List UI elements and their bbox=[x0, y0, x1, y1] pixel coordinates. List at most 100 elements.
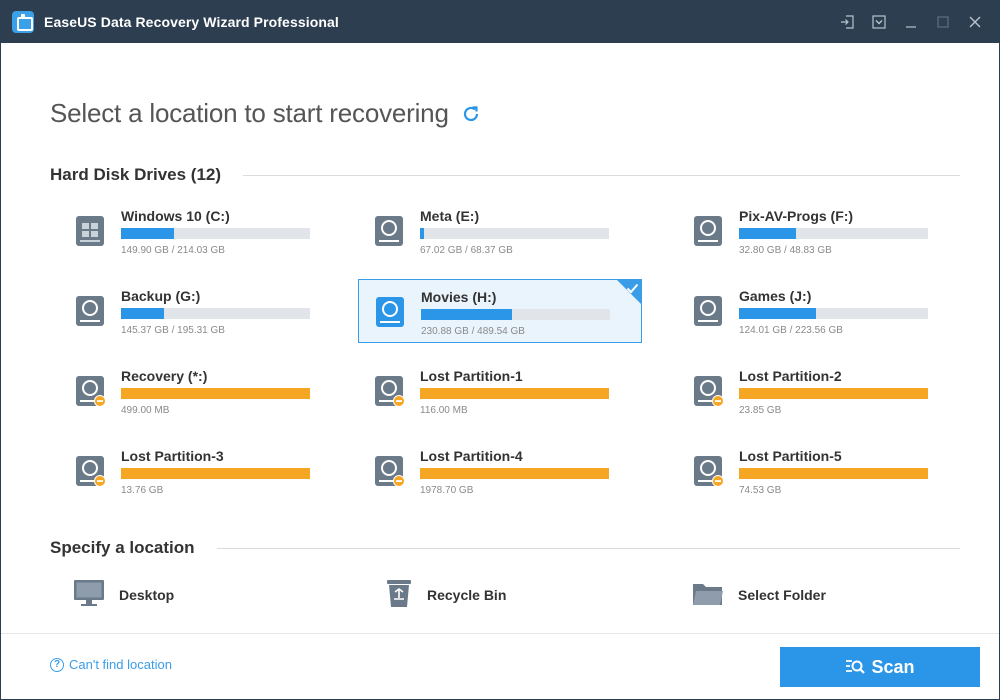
menu-dropdown-icon[interactable] bbox=[867, 10, 891, 34]
drive-size: 67.02 GB / 68.37 GB bbox=[420, 245, 513, 256]
drive-item[interactable]: Movies (H:) 230.88 GB / 489.54 GB bbox=[358, 279, 642, 343]
lost-partition-icon bbox=[693, 375, 725, 412]
help-link-text: Can't find location bbox=[69, 657, 172, 672]
location-select-folder[interactable]: Select Folder bbox=[692, 579, 826, 611]
drive-size: 499.00 MB bbox=[121, 405, 170, 416]
location-desktop[interactable]: Desktop bbox=[73, 579, 174, 611]
drive-usage-fill bbox=[739, 308, 817, 319]
lost-partition-icon bbox=[693, 455, 725, 492]
drive-usage-bar bbox=[121, 308, 310, 319]
drive-size: 74.53 GB bbox=[739, 485, 782, 496]
sign-in-icon[interactable] bbox=[835, 10, 859, 34]
windows-drive-icon bbox=[75, 215, 105, 252]
drive-name: Lost Partition-1 bbox=[420, 368, 523, 384]
drive-usage-bar bbox=[420, 468, 609, 479]
drive-usage-fill bbox=[121, 308, 165, 319]
drive-item[interactable]: Windows 10 (C:) 149.90 GB / 214.03 GB bbox=[59, 199, 343, 263]
scan-button[interactable]: Scan bbox=[780, 647, 980, 687]
drive-name: Games (J:) bbox=[739, 288, 812, 304]
drive-usage-bar bbox=[420, 388, 609, 399]
drive-size: 13.76 GB bbox=[121, 485, 164, 496]
hard-disk-icon bbox=[374, 215, 404, 252]
lost-partition-icon bbox=[374, 375, 406, 412]
hard-disk-icon bbox=[693, 295, 723, 332]
location-label: Desktop bbox=[119, 587, 175, 603]
app-logo-icon bbox=[12, 11, 34, 33]
drives-section-label: Hard Disk Drives (12) bbox=[50, 165, 222, 184]
folder-icon bbox=[692, 579, 724, 612]
drive-item[interactable]: Lost Partition-2 23.85 GB bbox=[677, 359, 961, 423]
location-label: Select Folder bbox=[738, 587, 826, 603]
drive-size: 116.00 MB bbox=[420, 405, 468, 416]
window-title: EaseUS Data Recovery Wizard Professional bbox=[44, 14, 339, 30]
drive-name: Lost Partition-3 bbox=[121, 448, 224, 464]
drive-size: 23.85 GB bbox=[739, 405, 782, 416]
drive-item[interactable]: Lost Partition-1 116.00 MB bbox=[358, 359, 642, 423]
lost-partition-icon bbox=[374, 455, 406, 492]
drive-name: Lost Partition-5 bbox=[739, 448, 842, 464]
monitor-icon bbox=[73, 578, 105, 613]
page-title: Select a location to start recovering bbox=[50, 96, 481, 131]
drive-usage-fill bbox=[739, 228, 796, 239]
drive-item[interactable]: Lost Partition-4 1978.70 GB bbox=[358, 439, 642, 503]
location-label: Recycle Bin bbox=[427, 587, 507, 603]
drive-usage-bar bbox=[420, 228, 609, 239]
drive-name: Movies (H:) bbox=[421, 289, 497, 305]
lost-partition-icon bbox=[75, 455, 107, 492]
drive-item[interactable]: Lost Partition-5 74.53 GB bbox=[677, 439, 961, 503]
drive-usage-bar bbox=[739, 228, 928, 239]
hard-disk-icon bbox=[693, 215, 723, 252]
hard-disk-icon bbox=[375, 296, 405, 333]
drive-size: 124.01 GB / 223.56 GB bbox=[739, 325, 843, 336]
drive-usage-bar bbox=[739, 308, 928, 319]
drives-section-header: Hard Disk Drives (12) bbox=[50, 165, 960, 185]
section-divider bbox=[216, 547, 960, 549]
drive-name: Lost Partition-2 bbox=[739, 368, 842, 384]
recycle-bin-icon bbox=[385, 577, 413, 614]
drive-name: Meta (E:) bbox=[420, 208, 480, 224]
drive-size: 32.80 GB / 48.83 GB bbox=[739, 245, 832, 256]
drive-name: Lost Partition-4 bbox=[420, 448, 523, 464]
scan-icon bbox=[846, 660, 866, 674]
drive-name: Recovery (*:) bbox=[121, 368, 208, 384]
cant-find-location-link[interactable]: ? Can't find location bbox=[50, 657, 172, 672]
section-divider bbox=[243, 174, 960, 176]
window-controls bbox=[835, 1, 987, 43]
drive-size: 1978.70 GB bbox=[420, 485, 474, 496]
page-title-text: Select a location to start recovering bbox=[50, 98, 449, 128]
drive-usage-bar bbox=[421, 309, 610, 320]
location-recycle-bin[interactable]: Recycle Bin bbox=[385, 579, 506, 611]
app-window: EaseUS Data Recovery Wizard Professional… bbox=[0, 0, 1000, 700]
lost-partition-icon bbox=[75, 375, 107, 412]
refresh-icon[interactable] bbox=[461, 100, 481, 131]
close-icon[interactable] bbox=[963, 10, 987, 34]
drive-name: Windows 10 (C:) bbox=[121, 208, 230, 224]
drive-size: 145.37 GB / 195.31 GB bbox=[121, 325, 225, 336]
drive-usage-bar bbox=[739, 388, 928, 399]
locations-section-header: Specify a location bbox=[50, 538, 960, 558]
drive-item[interactable]: Recovery (*:) 499.00 MB bbox=[59, 359, 343, 423]
drive-item[interactable]: Meta (E:) 67.02 GB / 68.37 GB bbox=[358, 199, 642, 263]
scan-label: Scan bbox=[871, 656, 915, 677]
checkmark-icon bbox=[626, 281, 639, 299]
footer-divider bbox=[1, 633, 999, 634]
drive-item[interactable]: Backup (G:) 145.37 GB / 195.31 GB bbox=[59, 279, 343, 343]
drive-item[interactable]: Pix-AV-Progs (F:) 32.80 GB / 48.83 GB bbox=[677, 199, 961, 263]
drive-usage-bar bbox=[121, 228, 310, 239]
drive-usage-bar bbox=[121, 388, 310, 399]
drive-name: Backup (G:) bbox=[121, 288, 201, 304]
drive-name: Pix-AV-Progs (F:) bbox=[739, 208, 854, 224]
locations-section-label: Specify a location bbox=[50, 538, 195, 557]
drive-item[interactable]: Lost Partition-3 13.76 GB bbox=[59, 439, 343, 503]
maximize-icon[interactable] bbox=[931, 10, 955, 34]
hard-disk-icon bbox=[75, 295, 105, 332]
drive-size: 230.88 GB / 489.54 GB bbox=[421, 326, 525, 337]
drive-usage-bar bbox=[739, 468, 928, 479]
drive-item[interactable]: Games (J:) 124.01 GB / 223.56 GB bbox=[677, 279, 961, 343]
title-bar: EaseUS Data Recovery Wizard Professional bbox=[1, 1, 999, 43]
drive-usage-fill bbox=[420, 228, 424, 239]
minimize-icon[interactable] bbox=[899, 10, 923, 34]
drive-size: 149.90 GB / 214.03 GB bbox=[121, 245, 225, 256]
help-icon: ? bbox=[50, 657, 64, 672]
drive-usage-fill bbox=[121, 228, 174, 239]
